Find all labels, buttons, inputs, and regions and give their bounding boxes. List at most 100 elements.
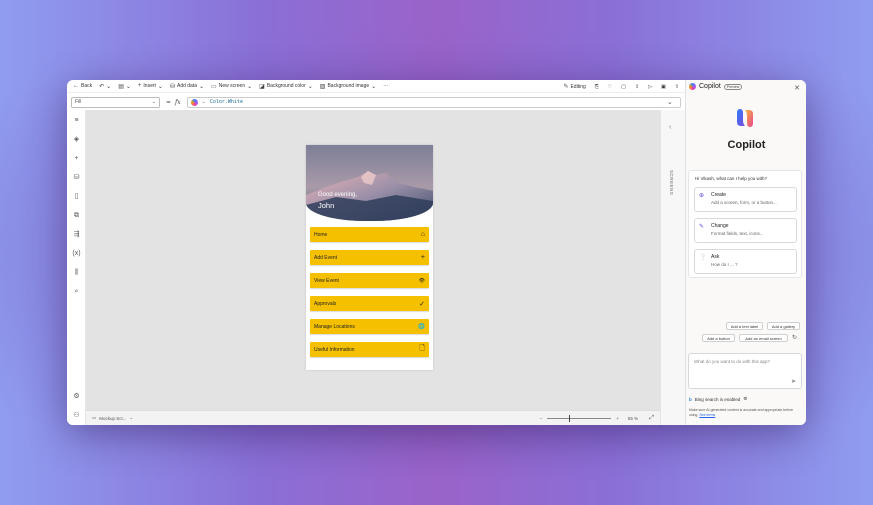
- variables-icon[interactable]: (x): [72, 249, 81, 258]
- expand-formula-icon[interactable]: ⌄: [667, 98, 673, 106]
- fx-label: = fx: [166, 98, 181, 106]
- copilot-prompt-input[interactable]: What do you want to do with this app? ➤: [688, 353, 802, 389]
- design-canvas[interactable]: Good evening, John Home ⌂ Add Event + Vi…: [86, 110, 660, 410]
- comments-icon[interactable]: ▢: [621, 84, 626, 90]
- play-icon[interactable]: ▷: [648, 84, 652, 90]
- formula-input[interactable]: ⌄ Color.White: [186, 96, 681, 108]
- settings-icon[interactable]: ⚙: [743, 396, 747, 402]
- copilot-welcome-card: Hi Vikash, what can I help you with? ⊕ C…: [688, 170, 802, 278]
- chevron-down-icon: ⌄: [151, 99, 156, 105]
- app-screen-preview[interactable]: Good evening, John Home ⌂ Add Event + Vi…: [306, 145, 433, 370]
- menu-button-manage-locations[interactable]: Manage Locations 🌐: [310, 319, 429, 334]
- copilot-icon[interactable]: [190, 98, 198, 106]
- data-icon[interactable]: ⛁: [72, 173, 81, 182]
- close-icon[interactable]: ✕: [794, 84, 800, 92]
- suggestion-chip[interactable]: Add a button: [702, 334, 735, 342]
- app-window: ← Back ↶ ⌄ ▤ ⌄ + Insert ⌄ ⛁ Add data ⌄ ▭ New scr…: [67, 80, 806, 425]
- question-icon: ❔: [699, 255, 707, 261]
- plus-icon: +: [420, 254, 425, 261]
- zoom-slider[interactable]: [547, 414, 612, 422]
- background-color-button[interactable]: ◪ Background color ⌄: [259, 83, 313, 90]
- insert-button[interactable]: + Insert ⌄: [138, 83, 163, 90]
- property-dropdown[interactable]: Fill ⌄: [71, 96, 160, 108]
- menu-icon[interactable]: ≡: [72, 116, 81, 125]
- refresh-icon[interactable]: ↻: [792, 334, 797, 341]
- menu-button-useful-information[interactable]: Useful Information 🗋: [310, 342, 429, 357]
- plus-icon: +: [137, 83, 142, 89]
- screen-icon: ▭: [211, 83, 217, 90]
- menu-button-view-event[interactable]: View Event 👁: [310, 273, 429, 288]
- screen-selector[interactable]: ▭ Mockup Scr... ⌄: [92, 415, 133, 421]
- copilot-panel: Copilot Preview ✕ Copilot Hi Vikash, wha…: [685, 80, 806, 425]
- zoom-out-button[interactable]: −: [540, 416, 543, 421]
- image-icon: ▨: [319, 83, 326, 90]
- save-icon[interactable]: ▣: [661, 84, 666, 90]
- new-screen-button[interactable]: ▭ New screen ⌄: [211, 83, 252, 90]
- media-icon[interactable]: ▯: [72, 192, 81, 201]
- share-icon[interactable]: ⇪: [635, 84, 639, 90]
- advanced-tools-icon[interactable]: ⫼: [72, 268, 81, 277]
- greeting-text: Good evening,: [318, 192, 358, 198]
- suggestion-chip[interactable]: Add an email screen: [739, 334, 788, 342]
- insert-icon[interactable]: +: [72, 154, 81, 163]
- bing-icon: b: [689, 396, 692, 402]
- ask-option[interactable]: ❔ Ask How do I ... ?: [694, 249, 797, 274]
- back-button[interactable]: ← Back: [73, 83, 92, 89]
- menu-button-home[interactable]: Home ⌂: [310, 227, 429, 242]
- bing-status: b Bing search is enabled ⚙: [689, 396, 748, 402]
- chevron-down-icon: ⌄: [125, 83, 131, 90]
- chevron-down-icon: ⌄: [201, 99, 206, 105]
- check-icon: ✓: [419, 300, 425, 308]
- background-image-button[interactable]: ▨ Background image ⌄: [320, 83, 376, 90]
- send-icon[interactable]: ➤: [791, 378, 796, 385]
- chevron-down-icon: ⌄: [199, 83, 205, 90]
- ai-disclaimer: Make sure AI-generated content is accura…: [689, 408, 794, 417]
- undo-button[interactable]: ↶ ⌄: [99, 83, 111, 90]
- arrow-left-icon: ←: [73, 83, 79, 89]
- health-icon[interactable]: ♡: [608, 84, 612, 90]
- document-icon: 🗋: [419, 345, 425, 352]
- publish-icon[interactable]: ⇧: [675, 84, 679, 90]
- zoom-controls: − + 55 % ⤢: [540, 414, 654, 422]
- see-terms-link[interactable]: See terms: [699, 413, 715, 417]
- zoom-slider-thumb[interactable]: [569, 414, 571, 422]
- pencil-icon: ✎: [563, 84, 569, 90]
- chevron-down-icon: ⌄: [247, 83, 253, 90]
- menu-button-add-event[interactable]: Add Event +: [310, 250, 429, 265]
- chevron-left-icon[interactable]: ‹: [669, 124, 671, 131]
- chevron-down-icon: ⌄: [129, 415, 134, 420]
- suggestion-chip[interactable]: Add a gallery: [767, 322, 800, 330]
- edit-icon: ✎: [699, 224, 705, 230]
- layers-icon[interactable]: ◈: [72, 135, 81, 144]
- power-automate-icon[interactable]: ⧉: [72, 211, 81, 220]
- eye-icon: 👁: [418, 277, 425, 284]
- screens-label[interactable]: SCREENS: [669, 170, 674, 195]
- create-icon: ⊕: [699, 193, 705, 199]
- search-icon[interactable]: ⌕: [72, 287, 81, 296]
- editing-button[interactable]: ✎ Editing: [563, 83, 585, 91]
- toolbar-right: ✎ Editing ⎘ ♡ ▢ ⇪ ▷ ▣ ⇧: [563, 80, 679, 93]
- preview-badge: Preview: [723, 83, 743, 90]
- paste-button[interactable]: ▤ ⌄: [118, 83, 131, 90]
- home-icon: ⌂: [420, 231, 425, 238]
- create-option[interactable]: ⊕ Create Add a screen, form, or a button…: [694, 187, 797, 212]
- more-button[interactable]: ···: [383, 83, 388, 89]
- change-option[interactable]: ✎ Change Format fields, text, icons...: [694, 218, 797, 243]
- menu-button-approvals[interactable]: Approvals ✓: [310, 296, 429, 311]
- copilot-title: Copilot: [727, 139, 766, 151]
- zoom-level: 55 %: [627, 415, 639, 421]
- account-icon[interactable]: ⚇: [72, 411, 81, 420]
- settings-icon[interactable]: ⚙: [72, 392, 81, 401]
- copilot-header: Copilot Preview: [689, 83, 743, 90]
- suggestion-chip[interactable]: Add a text label: [726, 322, 763, 330]
- app-checker-icon[interactable]: ⎘: [595, 84, 599, 90]
- connectors-icon[interactable]: ⇶: [72, 230, 81, 239]
- copilot-icon: [689, 83, 696, 90]
- database-icon: ⛁: [169, 83, 175, 90]
- undo-icon: ↶: [99, 83, 105, 90]
- zoom-in-button[interactable]: +: [616, 416, 619, 421]
- add-data-button[interactable]: ⛁ Add data ⌄: [170, 83, 204, 90]
- fit-to-window-icon[interactable]: ⤢: [649, 415, 654, 422]
- left-rail: ≡ ◈ + ⛁ ▯ ⧉ ⇶ (x) ⫼ ⌕ ⚙ ⚇: [67, 110, 86, 425]
- chevron-down-icon: ⌄: [106, 83, 112, 90]
